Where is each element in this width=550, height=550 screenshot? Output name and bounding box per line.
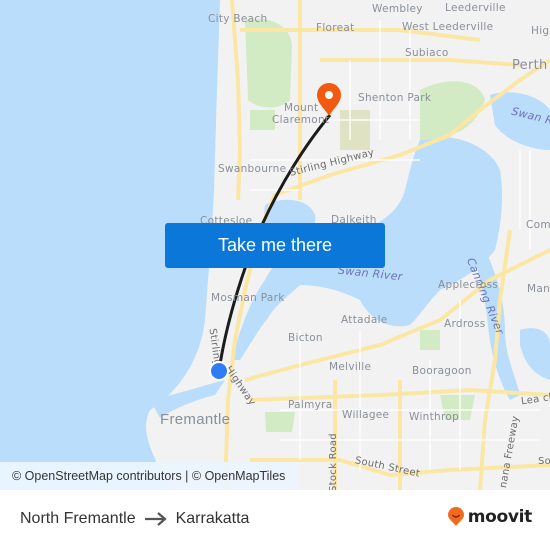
map-view[interactable]: City Beach Wembley Leederville West Leed… [0,0,550,490]
arrow-right-icon [144,512,167,526]
moovit-pin-icon [447,507,464,526]
map-label-perth: Perth [512,58,548,73]
map-label-man: Man [527,283,550,295]
map-label-melville: Melville [329,361,372,373]
take-me-there-button[interactable]: Take me there [165,223,385,268]
route-title: North Fremantle Karrakatta [20,510,249,528]
map-label-mosman-park: Mosman Park [211,292,285,304]
map-label-winthrop: Winthrop [409,411,460,423]
map-label-subiaco: Subiaco [405,47,449,59]
destination-name: Karrakatta [175,510,250,527]
map-label-ardross: Ardross [444,318,486,330]
destination-pin-icon[interactable] [315,83,343,117]
map-label-wembley: Wembley [372,3,423,15]
map-label-west-leederville: West Leederville [402,21,494,33]
canning-river-east [520,328,550,380]
brand-name: moovit [467,507,533,527]
map-label-mount: Mount [284,102,319,114]
map-label-hig: Hig [531,25,550,37]
map-label-fremantle: Fremantle [160,411,231,428]
map-label-attadale: Attadale [341,314,388,326]
map-label-so: So [538,456,550,467]
map-label-willagee: Willagee [342,409,390,421]
park-palmyra [265,412,295,432]
map-label-com: Com [526,219,550,231]
footer-bar: North Fremantle Karrakatta moovit [0,490,550,550]
moovit-logo: moovit [447,507,532,527]
park-bold-park [245,18,292,108]
map-attribution[interactable]: © OpenStreetMap contributors | © OpenMap… [0,462,298,490]
map-label-floreat: Floreat [316,22,355,34]
map-label-leederville: Leederville [445,2,506,14]
map-label-booragoon: Booragoon [412,365,472,377]
origin-name: North Fremantle [20,510,136,527]
map-label-applecross: Applecross [438,279,499,291]
map-label-bicton: Bicton [288,332,323,344]
park-ardross [420,330,440,350]
map-label-palmyra: Palmyra [288,399,333,411]
origin-marker[interactable] [209,361,229,381]
map-label-shenton-park: Shenton Park [358,92,432,104]
map-label-city-beach: City Beach [208,13,268,25]
park-karrakatta [340,110,370,150]
map-label-stock-road: Stock Road [328,433,339,490]
map-label-swanbourne: Swanbourne [218,163,287,175]
